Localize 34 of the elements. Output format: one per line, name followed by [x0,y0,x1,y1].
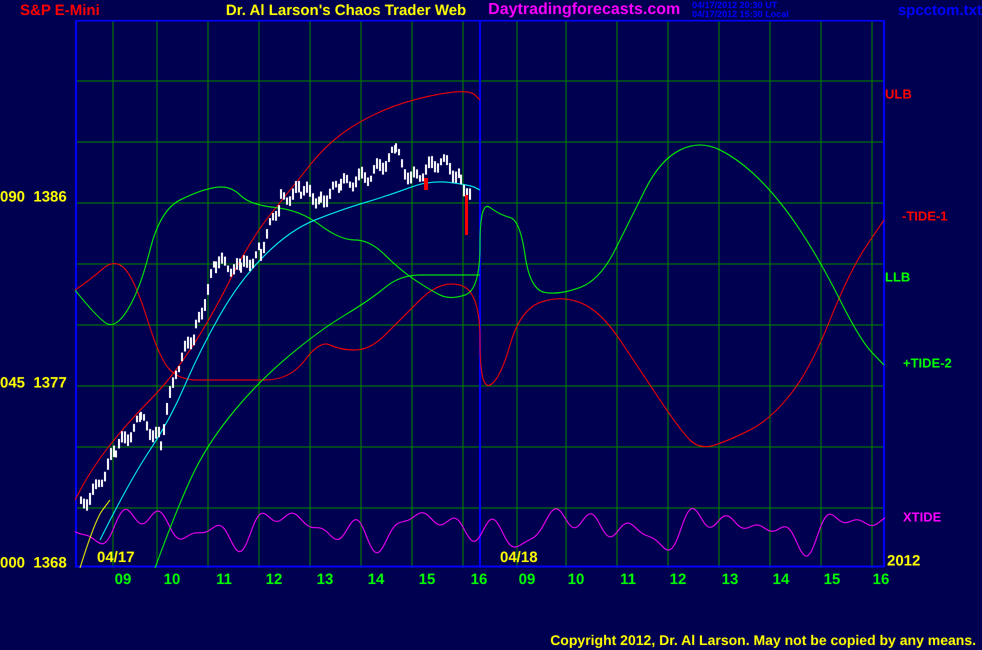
series-label: -TIDE-1 [902,208,948,224]
timestamp: 04/17/2012 15:30 Local [692,10,790,19]
hour-label: 11 [620,571,636,588]
timestamp: 04/17/2012 20:30 UT [692,1,778,10]
hour-label: 09 [114,571,132,588]
chart-title: Dr. Al Larson's Chaos Trader Web [226,2,468,18]
series-label: LLB [885,270,910,284]
hour-label: 12 [670,571,686,588]
price-axis-label: 045 1377 [0,374,67,392]
hour-label: 15 [824,571,840,588]
copyright-notice: Copyright 2012, Dr. Al Larson. May not be copied by any means. [550,632,976,648]
hour-label: 10 [164,571,180,588]
hour-label: 09 [518,571,536,588]
hour-label: 13 [722,571,738,588]
instrument-title: S&P E-Mini [19,2,101,18]
price-axis-label: 090 1386 [0,188,67,206]
hour-label: 15 [418,571,436,588]
hour-label: 13 [316,571,334,588]
website-link[interactable]: Daytradingforecasts.com [488,1,692,19]
date-label: 04/18 [500,549,538,566]
hour-label: 11 [216,571,232,588]
file-name: spcctom.txt [898,2,982,18]
hour-label: 10 [568,571,584,588]
date-label: 04/17 [97,549,135,566]
price-axis-label: 000 1368 [0,554,67,572]
hour-label: 14 [368,571,384,588]
hour-label: 12 [266,571,282,588]
hour-label: 16 [872,571,890,588]
series-label: ULB [885,86,912,102]
series-label: +TIDE-2 [903,356,952,370]
hour-label: 16 [470,571,488,588]
year-label: 2012 [887,552,920,570]
hour-label: 14 [772,571,790,588]
series-label: XTIDE [903,510,942,524]
